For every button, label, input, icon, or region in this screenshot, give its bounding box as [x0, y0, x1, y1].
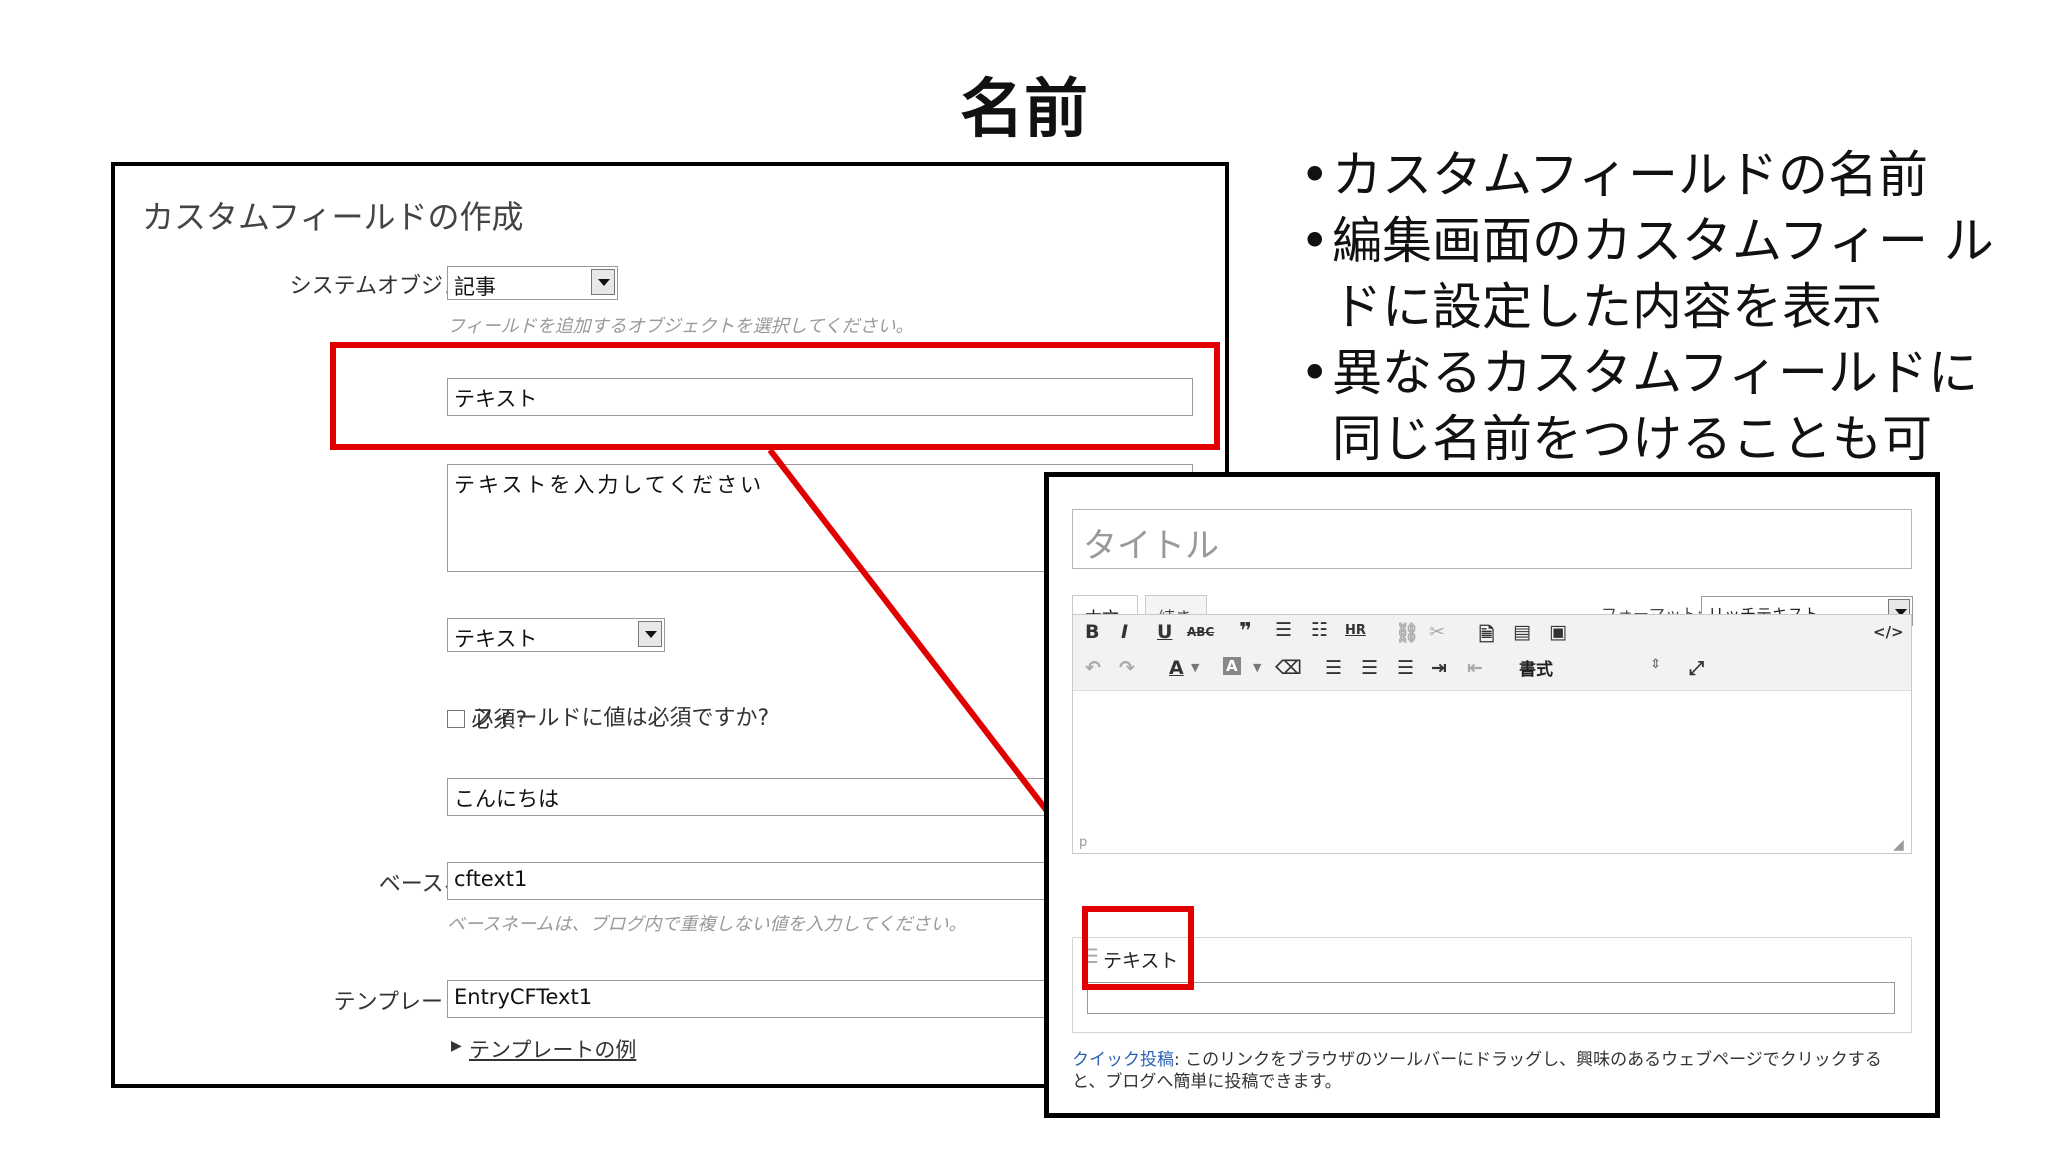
resize-handle-icon[interactable]: ◢ [1893, 837, 1904, 853]
custom-field-area: ☰ テキスト [1072, 937, 1912, 1033]
undo-icon[interactable]: ↶ [1085, 657, 1101, 679]
entry-title-input[interactable]: タイトル [1072, 509, 1912, 569]
strikethrough-icon[interactable]: ABC [1187, 625, 1214, 639]
align-center-icon[interactable]: ☰ [1361, 657, 1378, 679]
style-select-value: 書式 [1519, 660, 1553, 680]
background-color-icon[interactable]: A [1223, 657, 1241, 675]
bullet-list-icon[interactable]: ☰ [1275, 619, 1292, 641]
quickpost-note: クイック投稿: このリンクをブラウザのツールバーにドラッグし、興味のあるウェブペ… [1072, 1049, 1912, 1093]
italic-icon[interactable]: I [1121, 621, 1128, 643]
bullet-item: 異なるカスタムフィールドに 同じ名前をつけることも可 [1300, 340, 2020, 472]
quickpost-link[interactable]: クイック投稿 [1072, 1050, 1174, 1070]
align-left-icon[interactable]: ☰ [1325, 657, 1342, 679]
numbered-list-icon[interactable]: ☷ [1311, 619, 1328, 641]
horizontal-rule-icon[interactable]: HR [1345, 623, 1366, 638]
chevron-down-icon[interactable]: ▼ [1253, 661, 1261, 674]
underline-icon[interactable]: U [1157, 621, 1172, 643]
unlink-icon[interactable]: ✂ [1429, 621, 1445, 643]
custom-field-input[interactable] [1087, 982, 1895, 1014]
insert-file-icon[interactable]: 🗎 [1479, 621, 1494, 653]
quickpost-text: : このリンクをブラウザのツールバーにドラッグし、興味のあるウェブページでクリッ… [1072, 1050, 1882, 1092]
text-color-icon[interactable]: A [1169, 657, 1184, 679]
entry-editor-panel: タイトル 本文 続き フォーマット: リッチテキスト B I U ABC ❞ ☰… [1044, 472, 1940, 1118]
bullet-item: カスタムフィールドの名前 [1300, 142, 2020, 208]
eraser-icon[interactable]: ⌫ [1275, 657, 1302, 679]
blockquote-icon[interactable]: ❞ [1239, 619, 1252, 644]
style-select[interactable]: 書式 ⇕ [1519, 655, 1665, 683]
chevron-updown-icon: ⇕ [1650, 657, 1661, 672]
align-right-icon[interactable]: ☰ [1397, 657, 1414, 679]
fullscreen-icon[interactable]: ⤢ [1689, 657, 1704, 679]
bold-icon[interactable]: B [1085, 621, 1099, 643]
status-path: p [1079, 835, 1088, 850]
bullet-list: カスタムフィールドの名前 編集画面のカスタムフィー ルドに設定した内容を表示 異… [1300, 142, 2020, 472]
insert-document-icon[interactable]: ▤ [1513, 621, 1531, 643]
rich-text-editor[interactable]: B I U ABC ❞ ☰ ☷ HR ⛓ ✂ 🗎 ▤ ▣ </> ↶ ↷ A ▼… [1072, 614, 1912, 854]
insert-image-icon[interactable]: ▣ [1549, 621, 1567, 643]
custom-field-highlight [1082, 906, 1194, 990]
redo-icon[interactable]: ↷ [1119, 657, 1135, 679]
editor-toolbar: B I U ABC ❞ ☰ ☷ HR ⛓ ✂ 🗎 ▤ ▣ </> ↶ ↷ A ▼… [1073, 615, 1911, 691]
indent-icon[interactable]: ⇥ [1431, 657, 1447, 679]
bullet-item: 編集画面のカスタムフィー ルドに設定した内容を表示 [1300, 208, 2020, 340]
source-code-icon[interactable]: </> [1873, 623, 1904, 641]
outdent-icon[interactable]: ⇤ [1467, 657, 1483, 679]
link-icon[interactable]: ⛓ [1395, 621, 1419, 644]
chevron-down-icon[interactable]: ▼ [1191, 661, 1199, 674]
